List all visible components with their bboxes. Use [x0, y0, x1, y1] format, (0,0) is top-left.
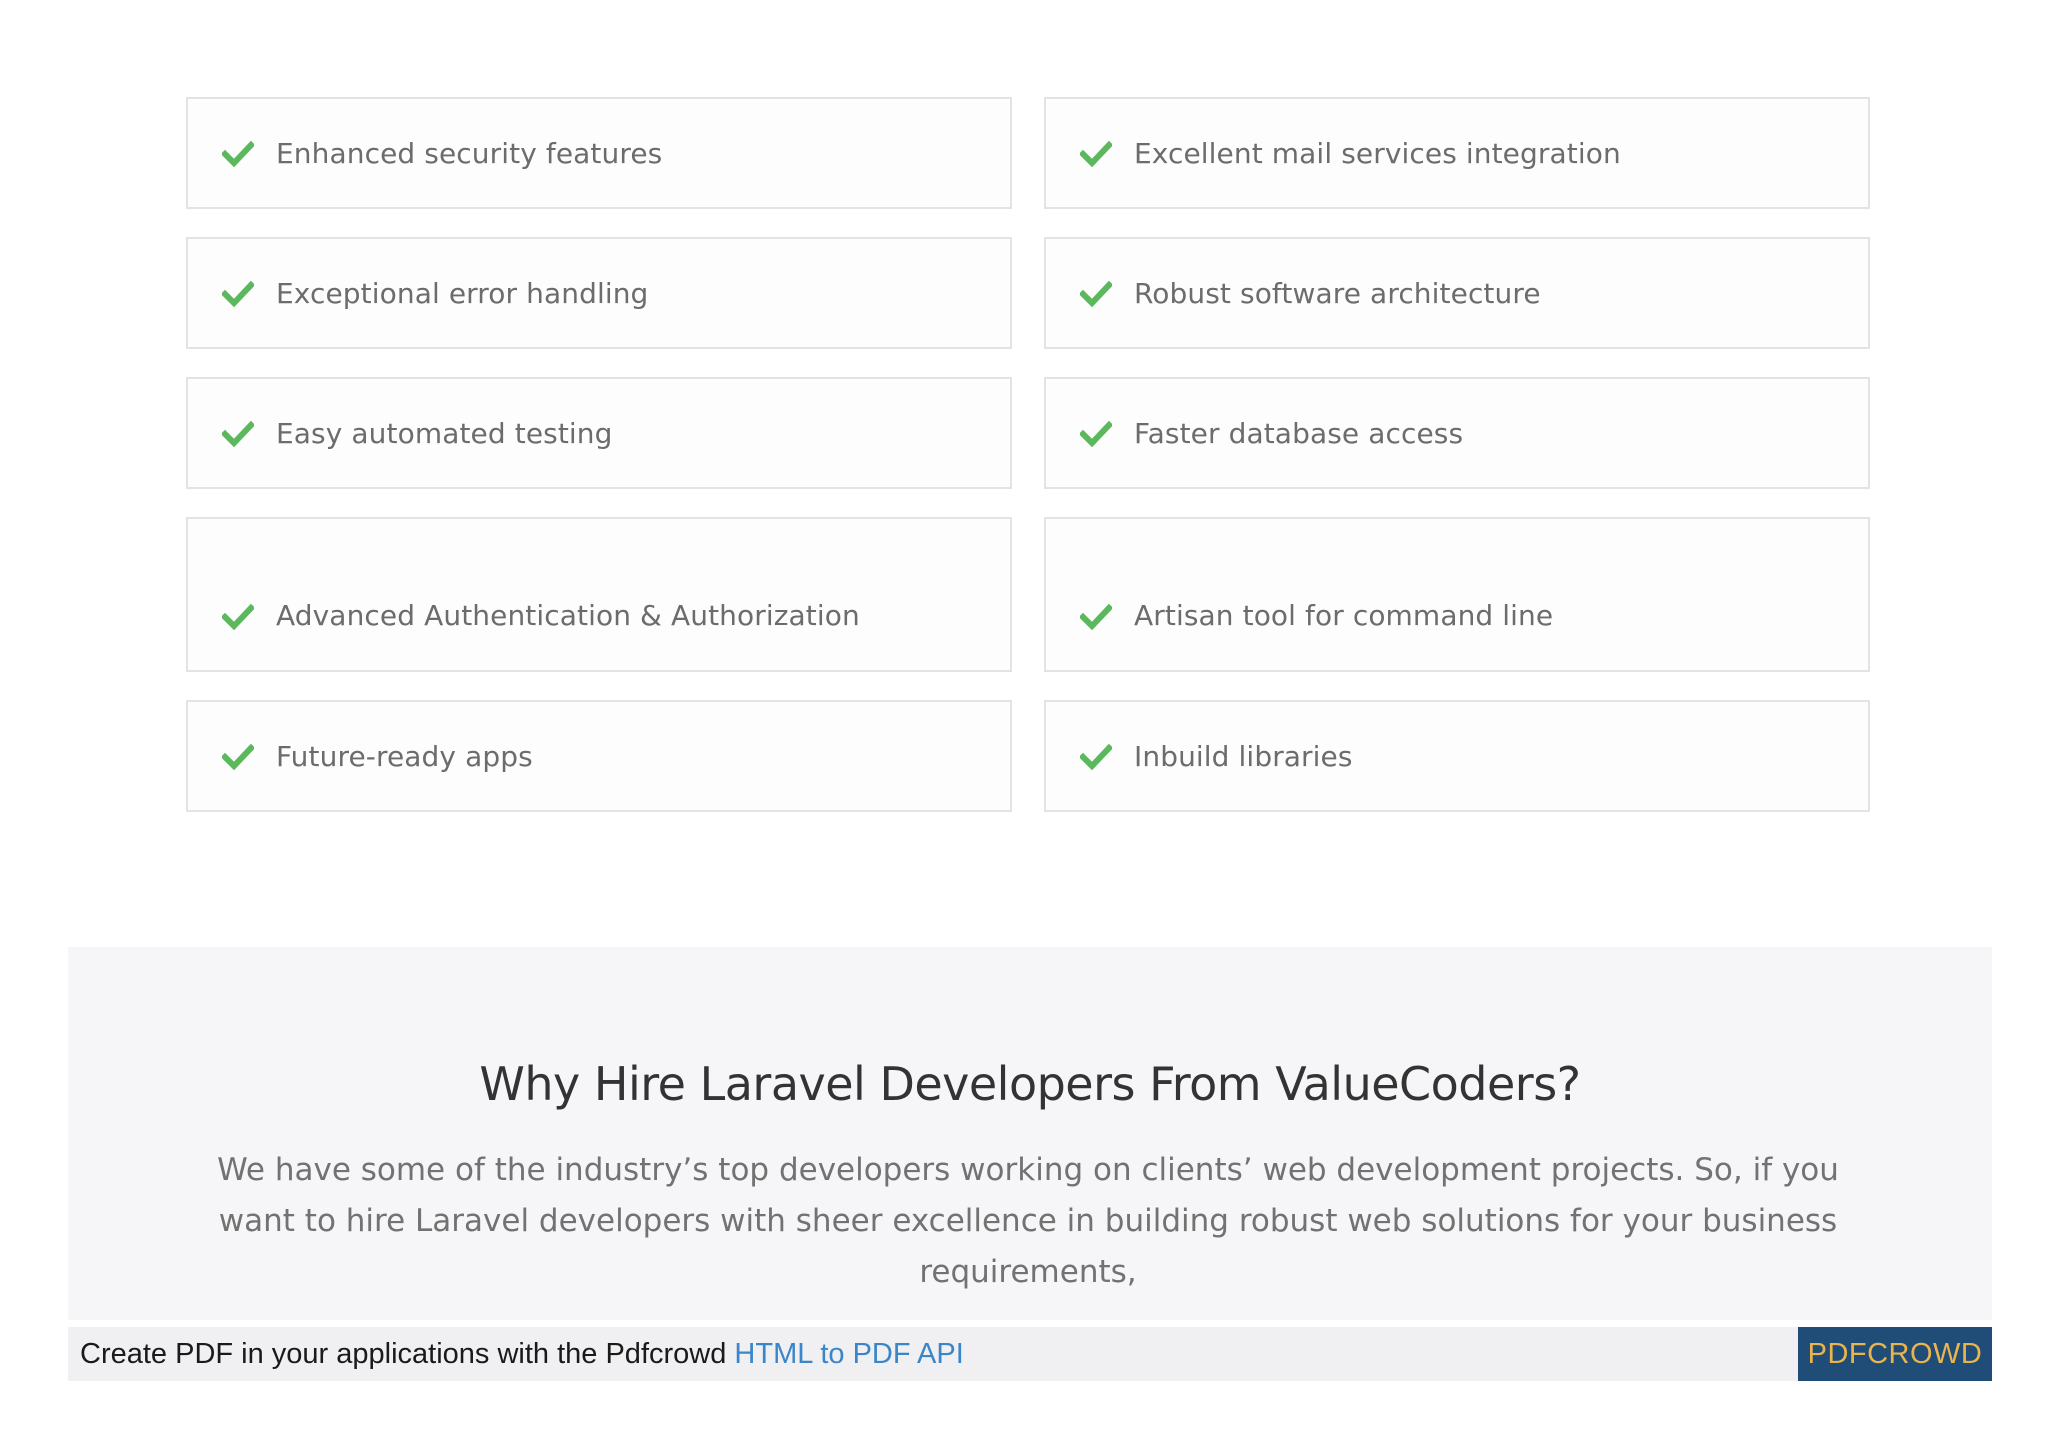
check-icon — [222, 277, 254, 309]
check-icon — [222, 600, 254, 632]
feature-label: Artisan tool for command line — [1134, 599, 1554, 632]
why-hire-section: Why Hire Laravel Developers From ValueCo… — [68, 947, 1992, 1320]
check-icon — [222, 740, 254, 772]
banner-text-wrapper: Create PDF in your applications with the… — [80, 1327, 964, 1381]
feature-label: Inbuild libraries — [1134, 739, 1353, 773]
feature-label: Enhanced security features — [276, 136, 663, 170]
feature-card-inbuild-libraries: Inbuild libraries — [1044, 700, 1870, 812]
feature-card-software-architecture: Robust software architecture — [1044, 237, 1870, 349]
banner-text: Create PDF in your applications with the… — [80, 1338, 735, 1370]
pdfcrowd-banner: Create PDF in your applications with the… — [68, 1327, 1992, 1381]
section-title: Why Hire Laravel Developers From ValueCo… — [479, 1057, 1581, 1111]
feature-card-enhanced-security: Enhanced security features — [186, 97, 1012, 209]
feature-card-error-handling: Exceptional error handling — [186, 237, 1012, 349]
feature-card-mail-services: Excellent mail services integration — [1044, 97, 1870, 209]
feature-label: Faster database access — [1134, 416, 1464, 450]
feature-label: Future-ready apps — [276, 739, 533, 773]
check-icon — [1080, 600, 1112, 632]
feature-card-database-access: Faster database access — [1044, 377, 1870, 489]
check-icon — [1080, 740, 1112, 772]
check-icon — [222, 417, 254, 449]
feature-label: Advanced Authentication & Authorization — [276, 599, 860, 632]
feature-label: Exceptional error handling — [276, 276, 649, 310]
feature-card-artisan-tool: Artisan tool for command line — [1044, 517, 1870, 672]
feature-label: Excellent mail services integration — [1134, 136, 1621, 170]
feature-card-authentication: Advanced Authentication & Authorization — [186, 517, 1012, 672]
check-icon — [222, 137, 254, 169]
feature-label: Easy automated testing — [276, 416, 613, 450]
feature-card-future-ready: Future-ready apps — [186, 700, 1012, 812]
html-to-pdf-api-link[interactable]: HTML to PDF API — [734, 1338, 963, 1370]
check-icon — [1080, 137, 1112, 169]
check-icon — [1080, 277, 1112, 309]
section-description: We have some of the industry’s top devel… — [217, 1152, 1839, 1290]
check-icon — [1080, 417, 1112, 449]
features-grid: Enhanced security features Excellent mai… — [186, 97, 1870, 812]
feature-label: Robust software architecture — [1134, 276, 1541, 310]
pdfcrowd-logo-badge[interactable]: PDFCROWD — [1798, 1327, 1992, 1381]
feature-card-automated-testing: Easy automated testing — [186, 377, 1012, 489]
